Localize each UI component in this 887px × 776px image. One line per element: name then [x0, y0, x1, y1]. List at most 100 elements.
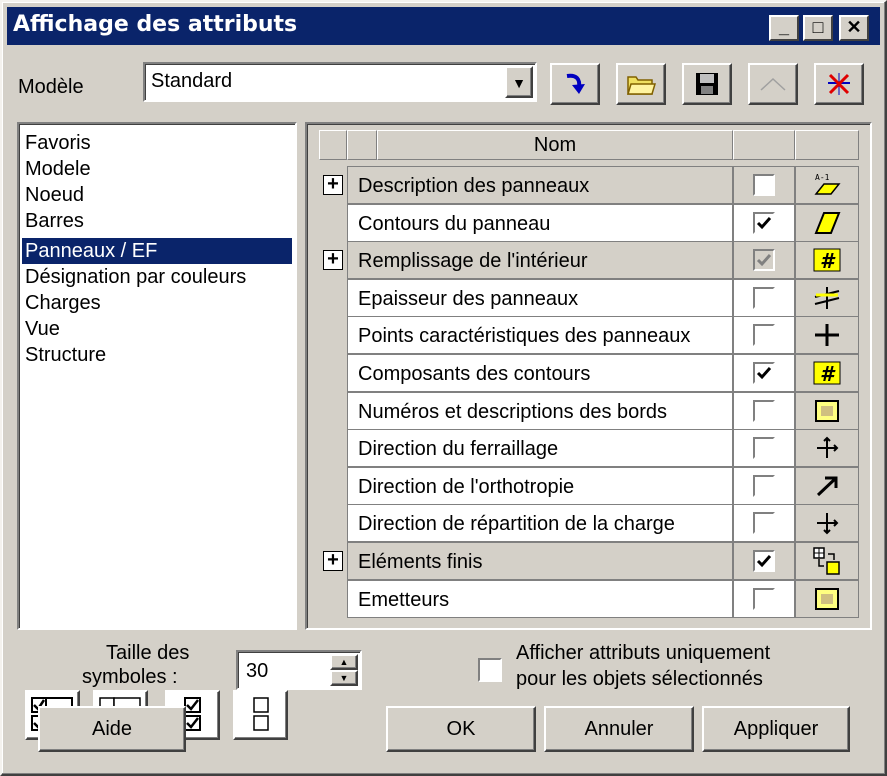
visibility-checkbox[interactable] — [753, 512, 775, 535]
visibility-cell[interactable] — [733, 542, 795, 580]
category-item[interactable]: Barres — [22, 208, 292, 234]
visibility-cell[interactable] — [733, 166, 795, 204]
uncheck-column-button[interactable] — [233, 690, 288, 740]
symbol-cell[interactable] — [795, 429, 859, 468]
attribute-name[interactable]: Contours du panneau — [347, 203, 733, 242]
visibility-checkbox[interactable] — [753, 249, 775, 272]
grid-header-name[interactable]: Nom — [377, 130, 733, 160]
visibility-checkbox[interactable] — [753, 324, 775, 347]
spinner-arrows[interactable]: ▲ ▼ — [330, 654, 358, 686]
expand-plus-icon[interactable]: + — [323, 550, 343, 571]
cancel-button[interactable]: Annuler — [544, 706, 694, 752]
symbol-cell[interactable] — [795, 316, 859, 355]
chevron-down-icon[interactable]: ▼ — [505, 66, 533, 98]
save-button[interactable] — [682, 63, 732, 105]
attribute-row[interactable]: Composants des contours # — [319, 354, 859, 392]
symbol-cell[interactable] — [795, 278, 859, 317]
model-select[interactable]: Standard ▼ — [143, 62, 537, 102]
selected-only-checkbox-box[interactable] — [478, 658, 502, 682]
attribute-row[interactable]: Direction du ferraillage — [319, 429, 859, 468]
attribute-name[interactable]: Composants des contours — [347, 354, 733, 392]
visibility-checkbox[interactable] — [753, 399, 775, 422]
attribute-name[interactable]: Epaisseur des panneaux — [347, 278, 733, 317]
delete-model-button[interactable] — [814, 63, 864, 105]
visibility-checkbox[interactable] — [753, 211, 775, 234]
maximize-button[interactable]: □ — [803, 15, 833, 41]
attribute-row[interactable]: Points caractéristiques des panneaux — [319, 316, 859, 355]
attribute-row[interactable]: Numéros et descriptions des bords — [319, 391, 859, 430]
help-button[interactable]: Aide — [38, 706, 186, 752]
category-item[interactable]: Structure — [22, 342, 292, 368]
symbol-cell[interactable]: # — [795, 354, 859, 392]
attribute-row[interactable]: + Remplissage de l'intérieur # — [319, 241, 859, 280]
attribute-row[interactable]: Direction de l'orthotropie — [319, 466, 859, 505]
visibility-cell[interactable] — [733, 354, 795, 392]
symbol-cell[interactable] — [795, 542, 859, 580]
symbol-cell[interactable]: A-1 — [795, 166, 859, 204]
visibility-cell[interactable] — [733, 579, 795, 618]
attribute-name[interactable]: Direction de répartition de la charge — [347, 504, 733, 543]
visibility-cell[interactable] — [733, 316, 795, 355]
apply-model-button[interactable] — [550, 63, 600, 105]
symbol-cell[interactable] — [795, 504, 859, 543]
visibility-checkbox[interactable] — [753, 437, 775, 460]
visibility-cell[interactable] — [733, 504, 795, 543]
visibility-checkbox[interactable] — [753, 362, 775, 384]
category-item[interactable]: Désignation par couleurs — [22, 264, 292, 290]
attribute-row[interactable]: Contours du panneau — [319, 203, 859, 242]
attribute-row[interactable]: Epaisseur des panneaux — [319, 278, 859, 317]
visibility-cell[interactable] — [733, 241, 795, 280]
expand-plus-icon[interactable]: + — [323, 249, 343, 271]
attribute-row[interactable]: Direction de répartition de la charge — [319, 504, 859, 543]
symbol-cell[interactable] — [795, 203, 859, 242]
row-expander[interactable]: + — [319, 166, 347, 204]
category-item[interactable]: Vue — [22, 316, 292, 342]
symbol-cell[interactable]: # — [795, 241, 859, 280]
visibility-checkbox[interactable] — [753, 587, 775, 610]
visibility-cell[interactable] — [733, 278, 795, 317]
attribute-name[interactable]: Numéros et descriptions des bords — [347, 391, 733, 430]
category-item[interactable]: Modele — [22, 156, 292, 182]
row-expander[interactable]: + — [319, 542, 347, 580]
spin-down-icon[interactable]: ▼ — [330, 670, 358, 686]
attribute-name[interactable]: Points caractéristiques des panneaux — [347, 316, 733, 355]
attribute-row[interactable]: + Eléments finis — [319, 542, 859, 580]
visibility-cell[interactable] — [733, 466, 795, 505]
attribute-name[interactable]: Direction du ferraillage — [347, 429, 733, 468]
ok-button[interactable]: OK — [386, 706, 536, 752]
row-expander[interactable]: + — [319, 241, 347, 279]
visibility-checkbox[interactable] — [753, 474, 775, 497]
symbol-cell[interactable] — [795, 466, 859, 505]
visibility-checkbox[interactable] — [753, 286, 775, 309]
attribute-name[interactable]: Direction de l'orthotropie — [347, 466, 733, 505]
category-item[interactable]: Favoris — [22, 130, 292, 156]
visibility-cell[interactable] — [733, 391, 795, 430]
symbol-cell[interactable] — [795, 391, 859, 430]
title-bar[interactable]: Affichage des attributs _ □ ✕ — [7, 7, 880, 45]
visibility-checkbox[interactable] — [753, 174, 775, 196]
visibility-cell[interactable] — [733, 203, 795, 242]
apply-button[interactable]: Appliquer — [702, 706, 850, 752]
attribute-row[interactable]: + Description des panneaux A-1 — [319, 166, 859, 204]
visibility-cell[interactable] — [733, 429, 795, 468]
attribute-name[interactable]: Eléments finis — [347, 542, 733, 580]
category-item-selected[interactable]: Panneaux / EF — [22, 238, 292, 264]
attribute-name[interactable]: Description des panneaux — [347, 166, 733, 204]
category-list[interactable]: Favoris Modele Noeud Barres Panneaux / E… — [17, 122, 297, 740]
close-button[interactable]: ✕ — [839, 15, 869, 41]
expand-plus-icon[interactable]: + — [323, 174, 343, 195]
open-button[interactable] — [616, 63, 666, 105]
category-item[interactable]: Charges — [22, 290, 292, 316]
disabled-action-button[interactable] — [748, 63, 798, 105]
attribute-name[interactable]: Emetteurs — [347, 579, 733, 618]
symbol-size-spinner[interactable]: 30 ▲ ▼ — [236, 650, 362, 690]
spin-up-icon[interactable]: ▲ — [330, 654, 358, 670]
minimize-button[interactable]: _ — [769, 15, 799, 41]
symbol-size-value[interactable]: 30 — [246, 660, 268, 683]
attribute-row[interactable]: Emetteurs — [319, 579, 859, 618]
attribute-name[interactable]: Remplissage de l'intérieur — [347, 241, 733, 280]
selected-only-checkbox[interactable] — [478, 658, 502, 682]
category-item[interactable]: Noeud — [22, 182, 292, 208]
visibility-checkbox[interactable] — [753, 550, 775, 572]
symbol-cell[interactable] — [795, 579, 859, 618]
